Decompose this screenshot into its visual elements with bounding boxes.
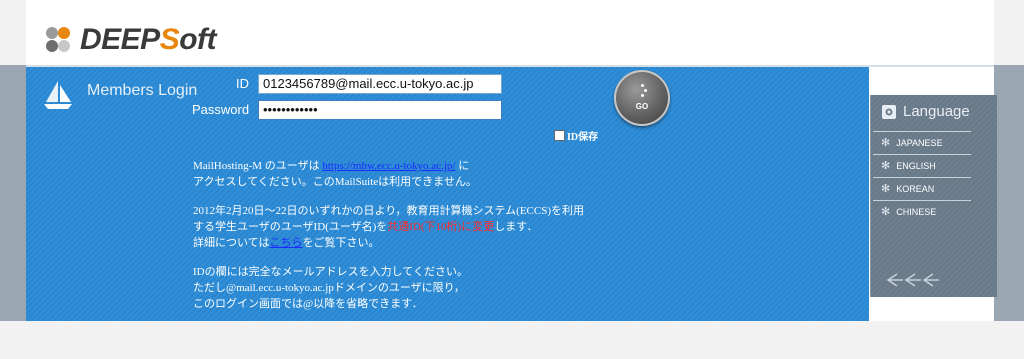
details-link[interactable]: こちら bbox=[269, 237, 302, 249]
id-label: ID bbox=[236, 76, 249, 91]
id-change-alert: 共通ID(下10桁)に変更 bbox=[387, 221, 495, 233]
id-input[interactable] bbox=[258, 74, 502, 94]
sailboat-icon bbox=[44, 81, 72, 109]
notice-paragraph-3: IDの欄には完全なメールアドレスを入力してください。 ただし@mail.ecc.… bbox=[193, 266, 468, 310]
logo-dots-icon bbox=[44, 25, 76, 55]
language-list: ✻ JAPANESE ✻ ENGLISH ✻ KOREAN ✻ CHINESE bbox=[871, 131, 971, 223]
language-option-japanese[interactable]: ✻ JAPANESE bbox=[871, 131, 971, 154]
save-id-option[interactable]: ID保存 bbox=[554, 128, 598, 143]
triple-left-arrow-icon[interactable] bbox=[883, 271, 943, 289]
save-id-checkbox[interactable] bbox=[554, 130, 565, 141]
save-id-label: ID保存 bbox=[567, 132, 599, 143]
notice-text: MailHosting-M のユーザは https://mhw.ecc.u-to… bbox=[193, 158, 623, 325]
language-option-chinese[interactable]: ✻ CHINESE bbox=[871, 200, 971, 223]
asterisk-icon: ✻ bbox=[881, 137, 891, 149]
language-option-english[interactable]: ✻ ENGLISH bbox=[871, 154, 971, 177]
asterisk-icon: ✻ bbox=[881, 183, 891, 195]
page-footer-area bbox=[0, 321, 1024, 359]
language-panel: Language ✻ JAPANESE ✻ ENGLISH ✻ KOREAN ✻… bbox=[870, 95, 997, 297]
gear-icon bbox=[882, 104, 896, 119]
language-heading: Language bbox=[881, 103, 970, 120]
asterisk-icon: ✻ bbox=[881, 206, 891, 218]
mhw-link[interactable]: https://mhw.ecc.u-tokyo.ac.jp/ bbox=[322, 160, 455, 172]
go-button-label: GO bbox=[635, 102, 649, 111]
notice-paragraph-2: 2012年2月20日〜22日のいずれかの日より，教育用計算機システム(ECCS)… bbox=[193, 205, 585, 249]
go-dots-icon bbox=[638, 84, 648, 98]
password-input[interactable] bbox=[258, 100, 502, 120]
password-label: Password bbox=[192, 102, 250, 117]
asterisk-icon: ✻ bbox=[881, 160, 891, 172]
language-option-korean[interactable]: ✻ KOREAN bbox=[871, 177, 971, 200]
logo-text: DEEPSoft bbox=[80, 23, 217, 56]
notice-paragraph-1: MailHosting-M のユーザは https://mhw.ecc.u-to… bbox=[193, 160, 477, 188]
members-login-heading: Members Login bbox=[87, 82, 198, 99]
go-button[interactable]: GO bbox=[614, 70, 670, 126]
deepsoft-logo[interactable]: DEEPSoft bbox=[44, 22, 217, 58]
